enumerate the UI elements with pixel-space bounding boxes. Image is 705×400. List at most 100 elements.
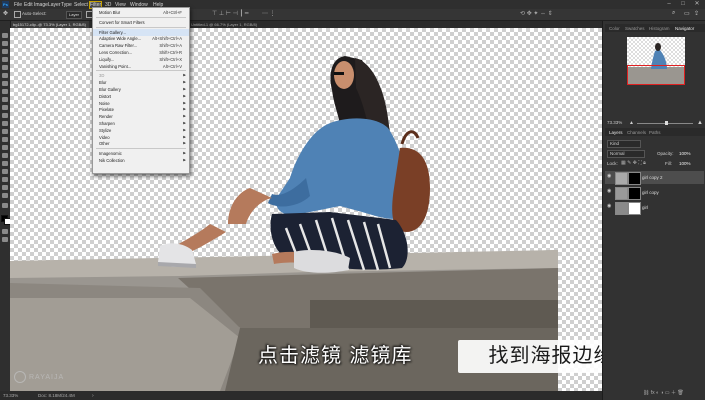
lasso-tool-icon[interactable]	[2, 49, 8, 54]
search-icon[interactable]: ⌕	[672, 10, 675, 17]
layer-row[interactable]: ◉ girl copy 2	[605, 171, 704, 185]
status-zoom[interactable]: 73.33%	[3, 393, 18, 398]
crop-tool-icon[interactable]	[2, 65, 8, 70]
navigator-view-box[interactable]	[627, 65, 685, 85]
type-tool-icon[interactable]	[2, 161, 8, 166]
tab-swatches[interactable]: Swatches	[625, 26, 645, 31]
blend-mode-dropdown[interactable]: Normal	[607, 150, 645, 158]
tab-histogram[interactable]: Histogram	[649, 26, 670, 31]
lock-icons[interactable]: ▦ ✎ ✥ ⛶ 🔒︎	[621, 160, 646, 166]
layer-panel-footer-icons[interactable]: ⛓ fx ◐ ◑ ▭ ＋ 🗑︎	[643, 389, 684, 396]
layer-mask-thumbnail[interactable]	[628, 187, 641, 200]
filter-menu-item[interactable]: Nik Collection ▶	[93, 157, 189, 165]
status-arrow-icon[interactable]: ›	[92, 393, 94, 399]
filter-menu-item-shortcut: Alt+Ctrl+F	[163, 10, 182, 15]
layer-name[interactable]: girl	[642, 205, 648, 210]
hand-tool-icon[interactable]	[2, 185, 8, 190]
visibility-eye-icon[interactable]: ◉	[607, 174, 612, 179]
opacity-value[interactable]: 100%	[679, 151, 691, 156]
zoom-in-icon[interactable]: ▲	[697, 120, 703, 126]
gradient-tool-icon[interactable]	[2, 129, 8, 134]
document-tab[interactable]: Untitled-1 @ 66.7% (Layer 1, RGB/8)	[188, 21, 260, 28]
quick-select-tool-icon[interactable]	[2, 57, 8, 62]
workspace-icon[interactable]: ▭	[684, 10, 690, 17]
layer-name[interactable]: girl copy	[642, 190, 659, 195]
filter-menu-item[interactable]: Convert for Smart Filters	[93, 19, 189, 27]
clone-stamp-tool-icon[interactable]	[2, 105, 8, 110]
filter-menu-dropdown: Motion Blur Alt+Ctrl+F Convert for Smart F…	[92, 7, 190, 174]
visibility-eye-icon[interactable]: ◉	[607, 189, 612, 194]
fill-value[interactable]: 100%	[679, 161, 691, 166]
lock-label: Lock:	[607, 161, 618, 166]
navigator-zoom-value[interactable]: 73.33%	[607, 120, 622, 125]
watermark-text: RAYAIJA	[29, 373, 65, 381]
move-tool-icon[interactable]	[2, 33, 8, 38]
close-icon[interactable]: ✕	[690, 0, 704, 9]
brush-tool-icon[interactable]	[2, 97, 8, 102]
filter-menu-item-shortcut: Alt+Ctrl+V	[162, 63, 182, 69]
submenu-arrow-icon: ▶	[183, 141, 186, 146]
auto-select-target-dropdown[interactable]: Layer	[66, 11, 83, 19]
menu-separator	[96, 26, 186, 28]
zoom-out-icon[interactable]: ▲	[629, 120, 634, 126]
tab-paths[interactable]: Paths	[649, 130, 661, 135]
move-tool-icon[interactable]: ✥	[3, 10, 8, 17]
shape-tool-icon[interactable]	[2, 177, 8, 182]
blur-tool-icon[interactable]	[2, 137, 8, 142]
layers-panel-tabs: Layers Channels Paths	[605, 128, 705, 136]
submenu-arrow-icon: ▶	[183, 158, 186, 162]
screen-mode-icon[interactable]	[2, 237, 8, 242]
align-icons[interactable]: ⊤ ⊥ ⊢ ⊣ ┃ ━	[212, 10, 248, 17]
menu-select[interactable]: Select	[74, 2, 88, 8]
distribute-icons[interactable]: ⋯ ⋮	[262, 10, 276, 17]
status-doc-size: Doc: 8.18M/24.4M	[38, 393, 75, 398]
navigator-thumbnail[interactable]	[627, 37, 685, 85]
pen-tool-icon[interactable]	[2, 153, 8, 158]
menu-file[interactable]: File	[14, 2, 22, 8]
menu-layer[interactable]: Layer	[48, 2, 61, 8]
tab-navigator[interactable]: Navigator	[675, 26, 694, 31]
eraser-tool-icon[interactable]	[2, 121, 8, 126]
history-brush-tool-icon[interactable]	[2, 113, 8, 118]
eyedropper-tool-icon[interactable]	[2, 81, 8, 86]
navigator-panel-tabs: Color Swatches Histogram Navigator	[605, 24, 705, 32]
tab-layers[interactable]: Layers	[609, 130, 623, 135]
tab-color[interactable]: Color	[609, 26, 620, 31]
document-tab-active[interactable]: bg15172-clip..@ 73.3% (Layer 1, RGB/8)	[10, 21, 89, 28]
quick-mask-icon[interactable]	[2, 229, 8, 234]
visibility-eye-icon[interactable]: ◉	[607, 204, 612, 209]
layer-filter-kind[interactable]: Kind	[607, 140, 641, 148]
photoshop-logo[interactable]: Ps	[2, 1, 9, 8]
layer-row[interactable]: ◉ girl	[605, 201, 704, 215]
auto-select-checkbox[interactable]	[14, 11, 21, 18]
3d-mode-icons[interactable]: ⟲ ✥ ✦ ⇔ ⇕	[520, 10, 553, 17]
minimize-icon[interactable]: –	[662, 0, 676, 9]
filter-menu-item[interactable]: Motion Blur Alt+Ctrl+F	[93, 9, 189, 17]
subtitle-left: 点击滤镜 滤镜库	[258, 343, 413, 367]
maximize-icon[interactable]: □	[676, 0, 690, 9]
menu-type[interactable]: Type	[61, 2, 72, 8]
watermark-logo-icon	[14, 371, 26, 383]
layer-mask-thumbnail[interactable]	[628, 202, 641, 215]
menu-edit[interactable]: Edit	[24, 2, 33, 8]
auto-select-label: Auto-Select:	[22, 11, 47, 16]
filter-menu-item-label: Vanishing Point...	[99, 63, 132, 69]
marquee-tool-icon[interactable]	[2, 41, 8, 46]
filter-menu-item[interactable]: Vanishing Point... Alt+Ctrl+V	[93, 63, 189, 71]
more-tools-icon[interactable]	[2, 203, 8, 208]
zoom-tool-icon[interactable]	[2, 193, 8, 198]
menu-image[interactable]: Image	[34, 2, 48, 8]
share-icon[interactable]: ⇪	[694, 10, 699, 17]
filter-menu-item[interactable]: Other ▶	[93, 140, 189, 148]
zoom-slider-handle[interactable]	[665, 121, 668, 125]
path-select-tool-icon[interactable]	[2, 169, 8, 174]
dodge-tool-icon[interactable]	[2, 145, 8, 150]
layer-thumbnail	[615, 172, 628, 185]
layer-name[interactable]: girl copy 2	[642, 175, 663, 180]
layer-mask-thumbnail[interactable]	[628, 172, 641, 185]
layer-row[interactable]: ◉ girl copy	[605, 186, 704, 200]
frame-tool-icon[interactable]	[2, 73, 8, 78]
tab-channels[interactable]: Channels	[627, 130, 646, 135]
filter-menu-item-label: Convert for Smart Filters	[99, 19, 145, 25]
healing-brush-tool-icon[interactable]	[2, 89, 8, 94]
